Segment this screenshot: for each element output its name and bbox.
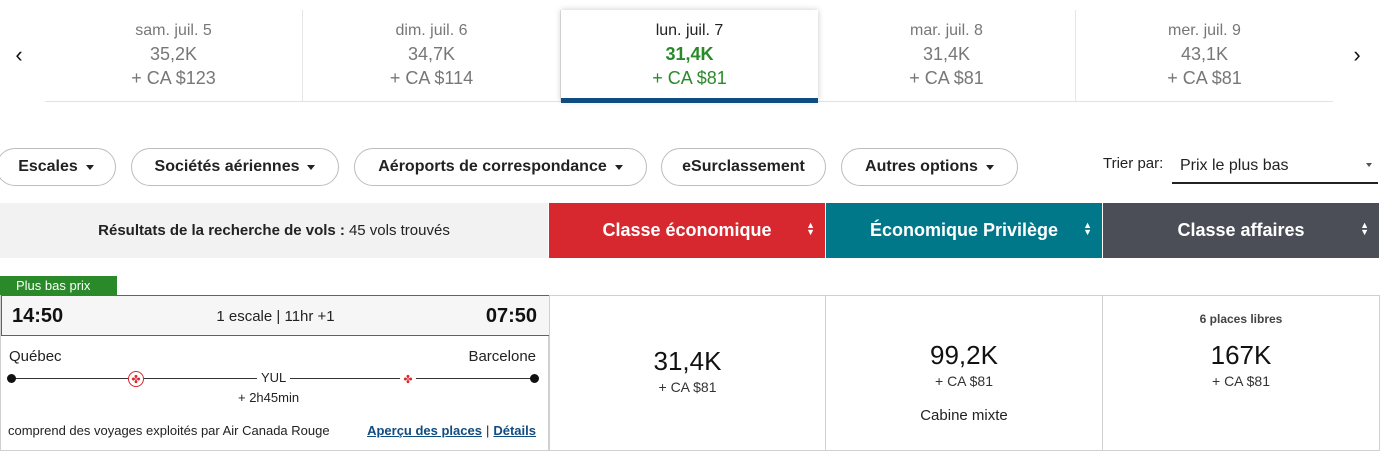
date-cell-jul-8[interactable]: mar. juil. 8 31,4K + CA $81	[818, 10, 1076, 101]
sort-value: Prix le plus bas	[1180, 157, 1289, 174]
origin-dot-icon	[7, 374, 16, 383]
business-cabin-header[interactable]: Classe affaires ▲ ▼	[1103, 203, 1379, 258]
airlines-filter-button[interactable]: Sociétés aériennes	[131, 148, 339, 186]
caret-down-icon	[1366, 163, 1372, 167]
link-separator: |	[485, 423, 490, 438]
results-label: Résultats de la recherche de vols :	[98, 222, 345, 239]
sort-select[interactable]: Prix le plus bas	[1172, 150, 1378, 184]
date-points: 31,4K	[665, 44, 714, 64]
air-canada-leaf-icon: ✤	[400, 371, 416, 387]
more-options-filter-label: Autres options	[865, 158, 978, 175]
premium-fare-points: 99,2K	[930, 340, 998, 370]
stop-airport-code: YUL	[257, 370, 291, 385]
destination-city: Barcelone	[468, 348, 536, 365]
date-label: dim. juil. 6	[395, 22, 468, 39]
flight-links: Aperçu des places | Détails	[367, 423, 536, 438]
business-fare-cell[interactable]: 6 places libres 167K + CA $81	[1102, 295, 1380, 451]
date-label: sam. juil. 5	[135, 22, 212, 39]
caret-down-icon	[307, 164, 316, 170]
premium-cabin-label: Économique Privilège	[869, 220, 1059, 240]
date-cash: + CA $81	[652, 68, 727, 88]
more-options-filter-button[interactable]: Autres options	[841, 148, 1018, 186]
date-label: lun. juil. 7	[655, 22, 724, 39]
business-fare-cash: + CA $81	[1212, 373, 1270, 389]
economy-cabin-label: Classe économique	[602, 220, 772, 240]
origin-city: Québec	[9, 348, 62, 365]
destination-dot-icon	[530, 374, 539, 383]
flight-summary: 1 escale | 11hr +1	[216, 308, 335, 325]
date-strip: ‹ sam. juil. 5 35,2K + CA $123 dim. juil…	[0, 0, 1384, 108]
results-summary: Résultats de la recherche de vols : 45 v…	[0, 203, 548, 258]
date-cash: + CA $81	[909, 68, 984, 88]
up-down-arrows-icon: ▲ ▼	[1083, 220, 1092, 237]
date-cash: + CA $114	[389, 68, 474, 88]
sort-label: Trier par:	[1103, 155, 1164, 172]
date-cell-jul-9[interactable]: mer. juil. 9 43,1K + CA $81	[1076, 10, 1333, 101]
arrival-time: 07:50	[485, 305, 537, 327]
airlines-filter-label: Sociétés aériennes	[154, 158, 300, 175]
stops-filter-label: Escales	[18, 158, 78, 175]
economy-fare-cash: + CA $81	[658, 379, 717, 395]
business-fare-points: 167K	[1210, 340, 1272, 370]
flight-card: 14:50 1 escale | 11hr +1 07:50 Québec Ba…	[0, 295, 550, 451]
seats-left: 6 places libres	[1199, 312, 1283, 326]
results-count: 45 vols trouvés	[348, 222, 450, 239]
upgrade-filter-label: eSurclassement	[682, 158, 805, 175]
date-points: 35,2K	[149, 44, 198, 64]
flight-times-bar: 14:50 1 escale | 11hr +1 07:50	[1, 295, 550, 336]
premium-fare-cell[interactable]: 99,2K + CA $81 Cabine mixte	[825, 295, 1103, 451]
date-label: mar. juil. 8	[910, 22, 983, 39]
caret-down-icon	[85, 164, 94, 170]
lowest-price-badge: Plus bas prix	[0, 276, 117, 296]
date-cell-jul-6[interactable]: dim. juil. 6 34,7K + CA $114	[303, 10, 561, 101]
premium-fare-cash: + CA $81	[935, 373, 993, 389]
details-link[interactable]: Détails	[493, 423, 536, 438]
upgrade-filter-button[interactable]: eSurclassement	[661, 148, 826, 186]
date-points: 34,7K	[407, 44, 456, 64]
date-cash: + CA $81	[1167, 68, 1242, 88]
connecting-airports-filter-button[interactable]: Aéroports de correspondance	[354, 148, 647, 186]
air-canada-rouge-leaf-icon: ✤	[128, 371, 144, 387]
operated-by-note: comprend des voyages exploités par Air C…	[8, 423, 330, 438]
economy-fare-points: 31,4K	[653, 346, 722, 376]
connecting-airports-filter-label: Aéroports de correspondance	[378, 158, 607, 175]
caret-down-icon	[985, 164, 994, 170]
mixed-cabin-note: Cabine mixte	[920, 407, 1008, 424]
date-points: 43,1K	[1180, 44, 1229, 64]
caret-down-icon	[614, 164, 623, 170]
date-label: mer. juil. 9	[1168, 22, 1241, 39]
date-cell-jul-7-selected[interactable]: lun. juil. 7 31,4K + CA $81	[561, 10, 818, 103]
up-down-arrows-icon: ▲ ▼	[806, 220, 815, 237]
date-points: 31,4K	[922, 44, 971, 64]
date-cash: + CA $123	[131, 68, 216, 88]
date-cells: sam. juil. 5 35,2K + CA $123 dim. juil. …	[45, 10, 1333, 103]
seat-preview-link[interactable]: Aperçu des places	[367, 423, 482, 438]
layover-duration: + 2h45min	[238, 390, 300, 405]
prev-dates-chevron-icon[interactable]: ‹	[4, 40, 34, 70]
economy-fare-cell[interactable]: 31,4K + CA $81	[549, 295, 826, 451]
economy-cabin-header[interactable]: Classe économique ▲ ▼	[549, 203, 825, 258]
business-cabin-label: Classe affaires	[1177, 220, 1305, 240]
next-dates-chevron-icon[interactable]: ›	[1342, 40, 1372, 70]
stops-filter-button[interactable]: Escales	[0, 148, 116, 186]
premium-cabin-header[interactable]: Économique Privilège ▲ ▼	[826, 203, 1102, 258]
up-down-arrows-icon: ▲ ▼	[1360, 220, 1369, 237]
date-cell-jul-5[interactable]: sam. juil. 5 35,2K + CA $123	[45, 10, 303, 101]
